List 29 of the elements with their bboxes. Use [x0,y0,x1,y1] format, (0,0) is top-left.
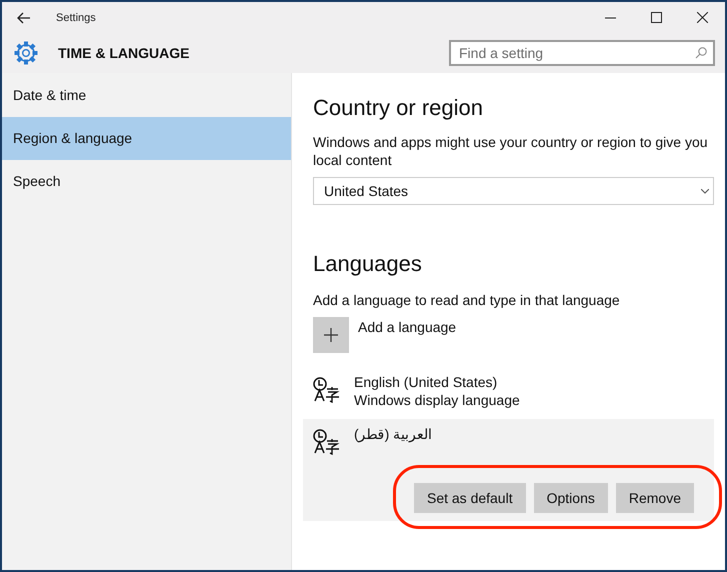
add-language-label[interactable]: Add a language [358,319,456,335]
section-title: TIME & LANGUAGE [58,45,190,61]
action-button[interactable]: Set as default [414,483,526,513]
plus-icon [324,328,338,342]
language-name: العربية (قطر) [354,425,432,443]
sidebar-item[interactable]: Region & language [2,117,291,160]
section-heading: Languages [313,251,423,277]
chevron-down-icon [701,188,709,194]
action-button[interactable]: Options [534,483,608,513]
country-dropdown[interactable]: United States [313,177,714,205]
description-text: Windows and apps might use your country or region to give you local content [313,133,709,169]
add-button[interactable] [313,317,349,353]
maximize-icon [650,12,662,23]
sidebar-item[interactable]: Date & time [2,74,291,117]
window-title: Settings [56,12,96,24]
sidebar-item[interactable]: Speech [2,160,291,203]
search-icon [695,47,707,59]
close-icon [696,12,708,23]
language-icon [313,429,340,455]
language-name: English (United States) [354,373,498,391]
section-heading: Country or region [313,95,484,121]
action-button[interactable]: Remove [616,483,694,513]
language-item[interactable]: English (United States) Windows display language [303,367,714,415]
search-field[interactable]: Find a setting [449,40,715,66]
description-text: Add a language to read and type in that language [313,291,621,309]
back-arrow-icon [17,12,31,24]
settings-icon [14,41,38,65]
language-subtitle: Windows display language [354,391,520,409]
language-icon [313,377,340,403]
